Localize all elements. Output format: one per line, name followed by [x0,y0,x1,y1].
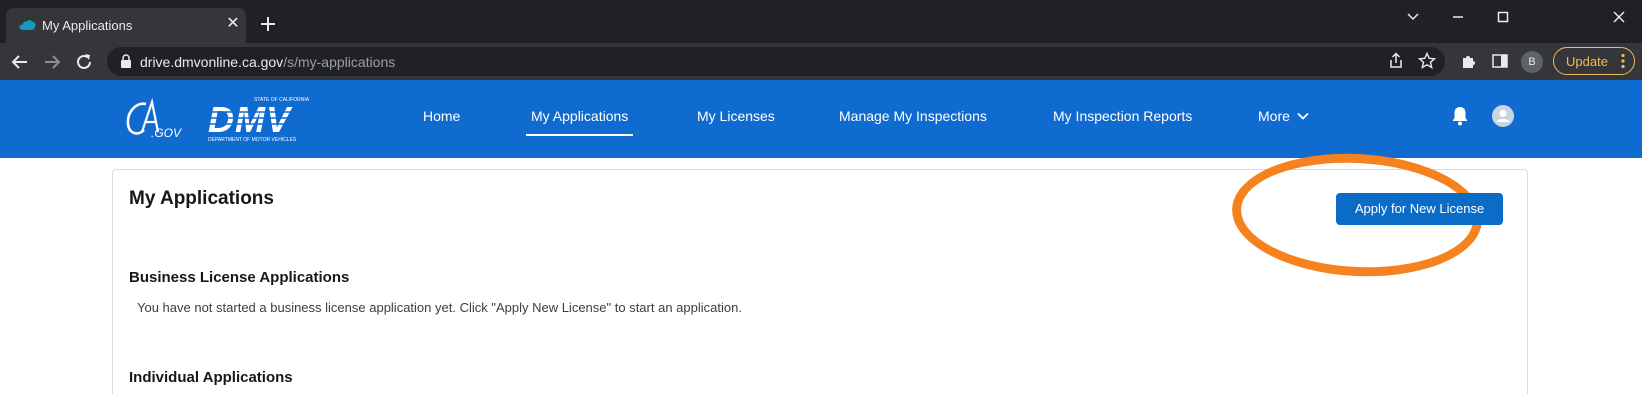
nav-my-applications[interactable]: My Applications [525,108,634,136]
svg-text:.GOV: .GOV [151,126,182,140]
extensions-puzzle-icon[interactable] [1460,52,1478,70]
close-window-icon[interactable] [1604,6,1634,28]
user-avatar-icon[interactable] [1492,105,1514,127]
chevron-down-icon[interactable] [1297,110,1309,122]
maximize-icon[interactable] [1488,6,1518,28]
browser-tab-bar: My Applications ✕ [0,0,1642,43]
update-label: Update [1566,54,1608,69]
page-title: My Applications [129,188,274,209]
nav-home[interactable]: Home [423,108,460,124]
address-bar[interactable]: drive.dmvonline.ca.gov/s/my-applications [107,47,1445,76]
svg-text:DEPARTMENT OF MOTOR VEHICLES: DEPARTMENT OF MOTOR VEHICLES [208,137,297,143]
dmv-logo[interactable]: STATE OF CALIFORNIA DMV DEPARTMENT OF MO… [206,94,328,144]
apply-for-new-license-button[interactable]: Apply for New License [1336,193,1503,225]
side-panel-icon[interactable] [1491,52,1509,70]
update-button[interactable]: Update [1553,47,1635,75]
nav-manage-my-inspections[interactable]: Manage My Inspections [839,108,987,124]
ca-gov-logo[interactable]: .GOV [124,96,182,140]
close-icon[interactable]: ✕ [224,15,242,33]
tab-title: My Applications [42,18,133,33]
kebab-menu-icon [1621,53,1625,69]
url-domain: drive.dmvonline.ca.gov [140,54,284,70]
svg-text:DMV: DMV [208,99,293,140]
individual-applications-heading: Individual Applications [129,369,293,386]
bell-icon[interactable] [1451,106,1469,126]
nav-more[interactable]: More [1258,108,1290,124]
browser-toolbar: drive.dmvonline.ca.gov/s/my-applications… [0,43,1642,80]
salesforce-cloud-icon [19,20,36,30]
nav-my-inspection-reports[interactable]: My Inspection Reports [1053,108,1192,124]
back-arrow-icon[interactable] [9,51,31,73]
browser-tab[interactable]: My Applications ✕ [6,8,246,43]
reload-icon[interactable] [73,51,95,73]
url-text[interactable]: drive.dmvonline.ca.gov/s/my-applications [140,54,395,70]
business-license-empty-message: You have not started a business license … [137,300,742,315]
plus-icon[interactable] [257,13,279,35]
chevron-down-icon[interactable] [1398,6,1428,28]
lock-icon[interactable] [120,54,132,69]
business-license-applications-heading: Business License Applications [129,269,350,286]
site-header: .GOV STATE OF CALIFORNIA DMV DEPARTMENT … [0,80,1642,158]
nav-my-licenses[interactable]: My Licenses [697,108,775,124]
minimize-icon[interactable] [1443,6,1473,28]
forward-arrow-icon[interactable] [41,51,63,73]
url-path: /s/my-applications [283,54,396,70]
star-icon[interactable] [1418,52,1436,70]
applications-card: My Applications Apply for New License Bu… [112,147,1528,394]
share-icon[interactable] [1387,52,1405,70]
profile-avatar[interactable]: B [1521,51,1543,73]
